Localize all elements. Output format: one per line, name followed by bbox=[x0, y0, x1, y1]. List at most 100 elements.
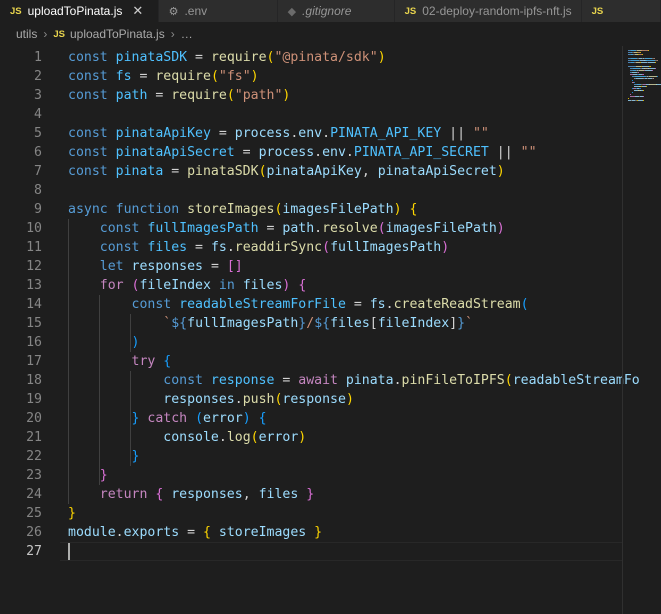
code-token: || bbox=[488, 145, 521, 160]
code-text: `${fullImagesPath}/${files[fileIndex]}` bbox=[68, 314, 473, 333]
code-token: ) bbox=[393, 202, 402, 217]
code-line[interactable]: 7 const pinata = pinataSDK(pinataApiKey, … bbox=[0, 162, 622, 181]
code-line[interactable]: 5 const pinataApiKey = process.env.PINATA… bbox=[0, 124, 622, 143]
code-line[interactable]: 2 const fs = require("fs") bbox=[0, 67, 622, 86]
code-line[interactable]: 15 `${fullImagesPath}/${files[fileIndex]… bbox=[0, 314, 622, 333]
code-token: ( bbox=[226, 88, 235, 103]
minimap-token bbox=[651, 70, 653, 71]
code-line[interactable]: 20 } catch (error) { bbox=[0, 409, 622, 428]
code-line[interactable]: 10 const fullImagesPath = path.resolve(i… bbox=[0, 219, 622, 238]
code-token: ( bbox=[195, 411, 204, 426]
code-line[interactable]: 24 return { responses, files } bbox=[0, 485, 622, 504]
tab-02-deploy-random-ipfs-nft-js[interactable]: JS 02-deploy-random-ipfs-nft.js bbox=[394, 0, 582, 22]
code-line[interactable]: 21 console.log(error) bbox=[0, 428, 622, 447]
code-token: const bbox=[99, 221, 148, 236]
code-token: storeImages bbox=[187, 202, 275, 217]
code-line[interactable]: 26 module.exports = { storeImages } bbox=[0, 523, 622, 542]
code-token: PINATA_API_KEY bbox=[330, 126, 442, 141]
code-line[interactable]: 19 responses.push(response) bbox=[0, 390, 622, 409]
code-line[interactable]: 17 try { bbox=[0, 352, 622, 371]
code-line[interactable]: 23 } bbox=[0, 466, 622, 485]
code-token: path bbox=[115, 88, 148, 103]
tab-env[interactable]: ⚙ .env bbox=[158, 0, 278, 22]
tab-overflow[interactable]: JS bbox=[581, 0, 661, 22]
code-line[interactable]: 3 const path = require("path") bbox=[0, 86, 622, 105]
minimap-token bbox=[645, 86, 647, 87]
code-token: in bbox=[210, 278, 243, 293]
code-token: error bbox=[203, 411, 243, 426]
code-line[interactable]: 12 let responses = [] bbox=[0, 257, 622, 276]
line-number: 16 bbox=[26, 335, 42, 350]
minimap-token bbox=[642, 96, 644, 97]
minimap-token bbox=[638, 72, 639, 73]
code-token: resolve bbox=[322, 221, 378, 236]
code-text: } catch (error) { bbox=[68, 409, 267, 428]
minimap-token bbox=[643, 100, 644, 101]
code-text: const files = fs.readdirSync(fullImagesP… bbox=[68, 238, 449, 257]
minimap-token bbox=[656, 60, 658, 61]
code-text: return { responses, files } bbox=[68, 485, 314, 504]
code-token: = bbox=[179, 525, 203, 540]
minimap-token bbox=[632, 92, 633, 93]
line-number: 9 bbox=[34, 202, 42, 217]
tab-uploadtopinata-js[interactable]: JS uploadToPinata.js ✕ bbox=[0, 0, 159, 22]
code-token: ) bbox=[131, 335, 140, 350]
minimap-token bbox=[646, 60, 655, 61]
code-token: } bbox=[68, 506, 76, 521]
minimap-token bbox=[640, 88, 641, 89]
code-line[interactable]: 13 for (fileIndex in files) { bbox=[0, 276, 622, 295]
code-token: ( bbox=[258, 164, 267, 179]
code-token: [ bbox=[369, 316, 378, 331]
minimap-token bbox=[641, 66, 649, 67]
code-token: ) bbox=[496, 164, 505, 179]
code-token: = bbox=[345, 297, 370, 312]
close-icon[interactable]: ✕ bbox=[132, 3, 143, 19]
breadcrumb-file[interactable]: uploadToPinata.js bbox=[70, 27, 165, 41]
code-line[interactable]: 22 } bbox=[0, 447, 622, 466]
code-token: . bbox=[218, 430, 227, 445]
code-token: , bbox=[242, 487, 259, 502]
code-line[interactable]: 27 bbox=[0, 542, 622, 561]
code-line[interactable]: 9 async function storeImages(imagesFilePa… bbox=[0, 200, 622, 219]
code-token: pinataApiSecret bbox=[377, 164, 497, 179]
code-token: const bbox=[68, 145, 116, 160]
code-token: response bbox=[210, 373, 275, 388]
code-text: const readableStreamForFile = fs.createR… bbox=[68, 295, 529, 314]
code-line[interactable]: 4 bbox=[0, 105, 622, 124]
code-text: for (fileIndex in files) { bbox=[68, 276, 307, 295]
indent-guide bbox=[99, 295, 100, 485]
code-token: ] bbox=[449, 316, 458, 331]
code-line[interactable]: 1 const pinataSDK = require("@pinata/sdk"… bbox=[0, 48, 622, 67]
code-token: responses bbox=[163, 392, 235, 407]
breadcrumb-more[interactable]: … bbox=[181, 27, 193, 41]
code-editor[interactable]: 1 const pinataSDK = require("@pinata/sdk"… bbox=[0, 46, 661, 614]
minimap-token bbox=[648, 76, 657, 77]
code-token: ( bbox=[322, 240, 331, 255]
code-token: = bbox=[131, 69, 156, 84]
code-text: } bbox=[68, 447, 140, 466]
code-token: "" bbox=[520, 145, 537, 160]
js-file-icon: JS bbox=[53, 28, 65, 40]
code-line[interactable]: 16 ) bbox=[0, 333, 622, 352]
code-token: ) bbox=[242, 411, 251, 426]
code-token: path bbox=[282, 221, 315, 236]
code-line[interactable]: 25} bbox=[0, 504, 622, 523]
code-line[interactable]: 14 const readableStreamForFile = fs.crea… bbox=[0, 295, 622, 314]
code-token: exports bbox=[123, 525, 180, 540]
code-line[interactable]: 6 const pinataApiSecret = process.env.PIN… bbox=[0, 143, 622, 162]
minimap-token bbox=[655, 62, 656, 63]
code-text: const pinataApiKey = process.env.PINATA_… bbox=[68, 124, 489, 143]
tab-gitignore[interactable]: ◆ .gitignore bbox=[277, 0, 395, 22]
minimap-token bbox=[639, 52, 641, 53]
code-line[interactable]: 8 bbox=[0, 181, 622, 200]
minimap[interactable] bbox=[628, 46, 661, 614]
code-token: ) bbox=[496, 221, 505, 236]
line-number: 26 bbox=[26, 525, 42, 540]
breadcrumb-folder[interactable]: utils bbox=[16, 27, 37, 41]
code-line[interactable]: 18 const response = await pinata.pinFile… bbox=[0, 371, 640, 390]
editor-scrollbar-edge bbox=[622, 46, 623, 614]
code-line[interactable]: 11 const files = fs.readdirSync(fullImag… bbox=[0, 238, 622, 257]
tab-label: 02-deploy-random-ipfs-nft.js bbox=[422, 4, 572, 18]
code-token: PINATA_API_SECRET bbox=[353, 145, 489, 160]
